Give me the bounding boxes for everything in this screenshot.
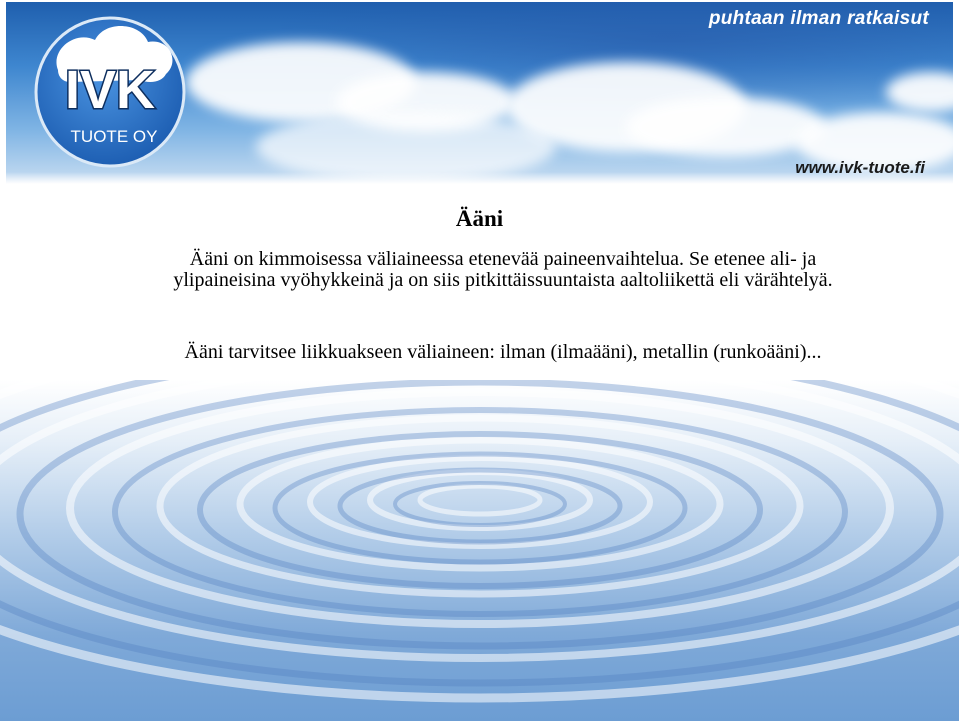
logo-sub: TUOTE OY bbox=[71, 127, 158, 146]
paragraph-medium: Ääni tarvitsee liikkuakseen väliaineen: … bbox=[184, 341, 822, 363]
water-ripple-background bbox=[0, 380, 959, 721]
company-logo: IVK TUOTE OY bbox=[30, 10, 190, 170]
ripple-graphic bbox=[0, 380, 959, 703]
slide: puhtaan ilman ratkaisut www.ivk-tuote.fi… bbox=[0, 0, 959, 721]
slogan-text: puhtaan ilman ratkaisut bbox=[708, 8, 929, 29]
cloud-shape bbox=[626, 97, 826, 157]
website-url: www.ivk-tuote.fi bbox=[795, 158, 925, 177]
paragraph-definition: Ääni on kimmoisessa väliaineessa etenevä… bbox=[173, 248, 833, 291]
slide-title: Ääni bbox=[455, 206, 504, 231]
logo-brand: IVK bbox=[65, 60, 155, 120]
logo-icon: IVK TUOTE OY bbox=[34, 16, 186, 168]
